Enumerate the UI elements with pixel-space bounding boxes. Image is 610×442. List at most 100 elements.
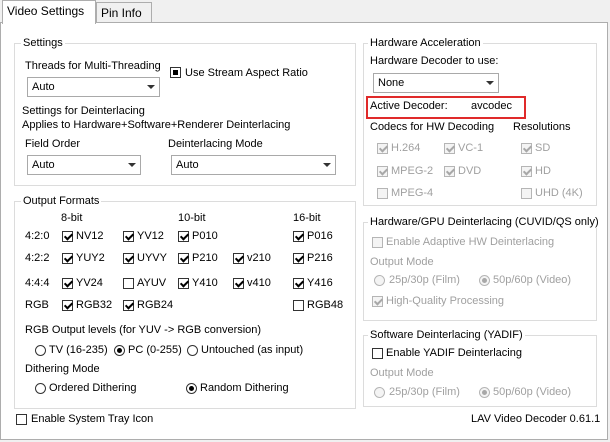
mpeg4-checkbox[interactable] (377, 188, 388, 199)
tray-icon-checkbox[interactable] (16, 414, 27, 425)
p210-label: P210 (192, 252, 218, 264)
field-order-value: Auto (32, 159, 55, 171)
deint-mode-label: Deinterlacing Mode (168, 138, 263, 150)
settings-panel: Settings Threads for Multi-Threading Aut… (0, 22, 608, 440)
yuy2-label: YUY2 (76, 252, 105, 264)
sw-video-radio[interactable] (479, 387, 490, 398)
dither-ordered-radio[interactable] (35, 383, 46, 394)
levels-pc-radio[interactable] (114, 345, 125, 356)
resolutions-label: Resolutions (513, 121, 571, 133)
rgb24-label: RGB24 (137, 299, 174, 311)
y416-label: Y416 (307, 277, 333, 289)
h264-label: H.264 (391, 142, 421, 154)
levels-tv-radio[interactable] (35, 345, 46, 356)
deint-sub: Applies to Hardware+Software+Renderer De… (22, 119, 291, 131)
col-8bit: 8-bit (61, 212, 83, 224)
tab-video-settings[interactable]: Video Settings (2, 0, 96, 24)
aspect-ratio-checkbox[interactable] (170, 67, 181, 78)
dither-random-radio[interactable] (186, 383, 197, 394)
hw-output-mode-label: Output Mode (370, 256, 434, 268)
hw-decoder-select[interactable]: None (373, 73, 499, 93)
dvd-label: DVD (458, 165, 482, 177)
aspect-ratio-label: Use Stream Aspect Ratio (185, 67, 308, 79)
levels-pc-label: PC (0-255) (128, 344, 182, 356)
vc1-checkbox[interactable] (444, 143, 455, 154)
threads-value: Auto (32, 81, 55, 93)
deint-mode-select[interactable]: Auto (171, 155, 336, 175)
p016-label: P016 (307, 230, 333, 242)
yuy2-checkbox[interactable] (62, 253, 73, 264)
hd-checkbox[interactable] (521, 166, 532, 177)
v410-label: v410 (247, 277, 271, 289)
dither-random-label: Random Dithering (200, 382, 289, 394)
p216-label: P216 (307, 252, 333, 264)
uyvy-checkbox[interactable] (123, 253, 134, 264)
uhd-label: UHD (4K) (535, 187, 583, 199)
row-rgb: RGB (25, 299, 49, 311)
hw-deint-title: Hardware/GPU Deinterlacing (CUVID/QS onl… (368, 216, 601, 228)
col-16bit: 16-bit (293, 212, 321, 224)
dvd-checkbox[interactable] (444, 166, 455, 177)
v210-checkbox[interactable] (233, 253, 244, 264)
active-decoder-label: Active Decoder: (370, 100, 448, 112)
threads-label: Threads for Multi-Threading (25, 60, 161, 72)
p010-checkbox[interactable] (178, 231, 189, 242)
sd-label: SD (535, 142, 551, 154)
rgb32-checkbox[interactable] (62, 300, 73, 311)
nv12-label: NV12 (76, 230, 104, 242)
ayuv-checkbox[interactable] (123, 278, 134, 289)
rgb24-checkbox[interactable] (123, 300, 134, 311)
yv24-checkbox[interactable] (62, 278, 73, 289)
rgb48-label: RGB48 (307, 299, 344, 311)
hq-processing-checkbox[interactable] (372, 296, 383, 307)
vc1-label: VC-1 (458, 142, 484, 154)
sd-checkbox[interactable] (521, 143, 532, 154)
levels-untouched-radio[interactable] (187, 345, 198, 356)
p216-checkbox[interactable] (293, 253, 304, 264)
y416-checkbox[interactable] (293, 278, 304, 289)
row-420: 4:2:0 (25, 230, 50, 242)
yv24-label: YV24 (76, 277, 103, 289)
sw-video-label: 50p/60p (Video) (493, 386, 572, 398)
h264-checkbox[interactable] (377, 143, 388, 154)
yadif-checkbox[interactable] (372, 348, 383, 359)
deint-heading: Settings for Deinterlacing (22, 105, 145, 117)
row-444: 4:4:4 (25, 277, 50, 289)
mpeg2-checkbox[interactable] (377, 166, 388, 177)
y410-label: Y410 (192, 277, 218, 289)
v210-label: v210 (247, 252, 271, 264)
rgb48-checkbox[interactable] (293, 300, 304, 311)
p210-checkbox[interactable] (178, 253, 189, 264)
tab-bar: Video Settings Pin Info (0, 0, 610, 24)
hw-decoder-label: Hardware Decoder to use: (370, 55, 499, 67)
col-10bit: 10-bit (178, 212, 206, 224)
nv12-checkbox[interactable] (62, 231, 73, 242)
adaptive-hw-deint-label: Enable Adaptive HW Deinterlacing (386, 236, 555, 248)
dither-label: Dithering Mode (25, 363, 100, 375)
hw-accel-title: Hardware Acceleration (368, 37, 483, 49)
threads-select[interactable]: Auto (27, 77, 160, 97)
active-decoder-value: avcodec (471, 100, 512, 112)
tab-pin-info[interactable]: Pin Info (96, 2, 152, 22)
uyvy-label: UYVY (137, 252, 167, 264)
hw-film-label: 25p/30p (Film) (389, 274, 460, 286)
hw-video-radio[interactable] (479, 275, 490, 286)
field-order-label: Field Order (25, 138, 81, 150)
ayuv-label: AYUV (137, 277, 167, 289)
p016-checkbox[interactable] (293, 231, 304, 242)
hw-film-radio[interactable] (374, 275, 385, 286)
settings-group-title: Settings (21, 37, 65, 49)
adaptive-hw-deint-checkbox[interactable] (372, 237, 383, 248)
yv12-checkbox[interactable] (123, 231, 134, 242)
hw-video-label: 50p/60p (Video) (493, 274, 572, 286)
sw-film-radio[interactable] (374, 387, 385, 398)
y410-checkbox[interactable] (178, 278, 189, 289)
sw-film-label: 25p/30p (Film) (389, 386, 460, 398)
v410-checkbox[interactable] (233, 278, 244, 289)
chevron-down-icon (143, 78, 159, 96)
output-formats-title: Output Formats (21, 195, 102, 207)
dither-ordered-label: Ordered Dithering (49, 382, 137, 394)
codecs-label: Codecs for HW Decoding (370, 121, 495, 133)
field-order-select[interactable]: Auto (27, 155, 141, 175)
uhd-checkbox[interactable] (521, 188, 532, 199)
